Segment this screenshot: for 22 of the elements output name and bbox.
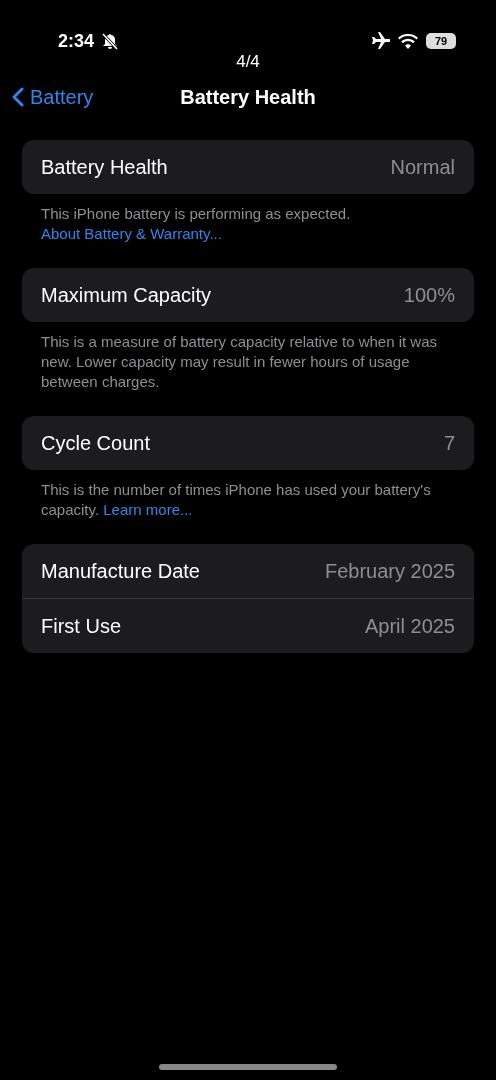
row-value: Normal	[390, 155, 455, 179]
row-value: 7	[443, 431, 455, 455]
row-label: Cycle Count	[41, 431, 150, 455]
page-indicator: 4/4	[236, 52, 260, 71]
footer-link[interactable]: Learn more...	[103, 501, 193, 518]
status-time: 2:34	[58, 30, 95, 52]
row-value: 100%	[403, 283, 455, 307]
footer-text: This is the number of times iPhone has used your battery's capacity. Learn more...	[40, 480, 432, 520]
row-label: Manufacture Date	[41, 559, 200, 583]
wifi-icon	[398, 33, 418, 49]
row-label: First Use	[41, 614, 121, 638]
footer-text: This iPhone battery is performing as expected. About Battery & Warranty...	[40, 204, 352, 244]
row-value: February 2025	[324, 559, 455, 583]
back-button[interactable]: Battery	[0, 84, 100, 110]
chevron-left-icon	[12, 87, 24, 107]
row-label: Battery Health	[41, 155, 168, 179]
page-title: Battery Health	[180, 85, 316, 108]
battery-indicator: 79	[426, 33, 456, 49]
row-label: Maximum Capacity	[41, 283, 212, 307]
row-value: April 2025	[364, 614, 455, 638]
footer-text: This is a measure of battery capacity relative to when it was new. Lower capacity may result in fewer hours of usage between charges.	[40, 332, 438, 392]
footer-link[interactable]: About Battery & Warranty...	[41, 225, 222, 242]
